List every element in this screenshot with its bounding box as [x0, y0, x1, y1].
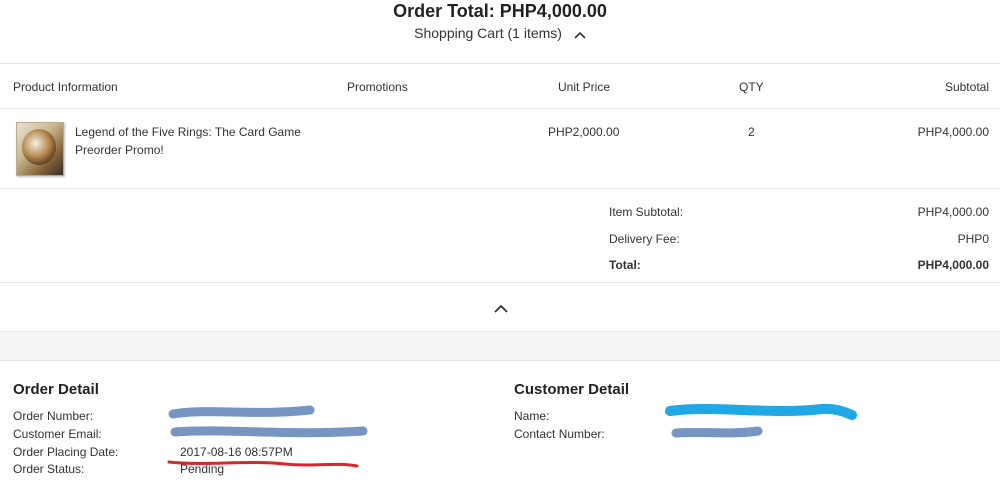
col-qty: QTY [739, 80, 764, 94]
col-promotions: Promotions [347, 80, 408, 94]
section-separator [0, 331, 1000, 361]
col-subtotal: Subtotal [944, 80, 989, 94]
item-subtotal-value: PHP4,000.00 [917, 205, 989, 219]
order-number-label: Order Number: [13, 409, 94, 423]
delivery-fee-label: Delivery Fee: [609, 232, 680, 246]
product-name[interactable]: Legend of the Five Rings: The Card Game … [75, 125, 335, 157]
order-total-title: Order Total: PHP4,000.00 [393, 1, 607, 21]
row-subtotal-value: PHP4,000.00 [917, 125, 989, 139]
contact-number-label: Contact Number: [514, 427, 605, 441]
customer-name-label: Name: [514, 409, 550, 423]
redaction-marks [167, 405, 368, 468]
total-label: Total: [609, 258, 641, 272]
shopping-cart-label: Shopping Cart (1 items) [414, 25, 562, 41]
order-detail-title: Order Detail [13, 381, 99, 398]
customer-email-label: Customer Email: [13, 427, 102, 441]
item-subtotal-label: Item Subtotal: [609, 205, 684, 219]
redaction-marks [665, 403, 857, 438]
shopping-cart-toggle[interactable]: Shopping Cart (1 items) [0, 24, 1000, 43]
product-image[interactable] [16, 122, 64, 176]
col-unit-price: Unit Price [558, 80, 611, 94]
chevron-up-icon[interactable] [493, 301, 509, 313]
divider [0, 188, 1000, 189]
unit-price-value: PHP2,000.00 [548, 125, 620, 139]
total-value: PHP4,000.00 [917, 258, 989, 272]
divider [0, 63, 1000, 64]
col-product-information: Product Information [13, 80, 118, 94]
chevron-up-icon[interactable] [574, 25, 586, 43]
order-status-label: Order Status: [13, 462, 85, 476]
divider [0, 108, 1000, 109]
order-placing-date-label: Order Placing Date: [13, 445, 119, 459]
delivery-fee-value: PHP0 [957, 232, 989, 246]
product-name-line1: Legend of the Five Rings: The Card Game [75, 125, 301, 139]
divider [0, 282, 1000, 283]
customer-detail-title: Customer Detail [514, 381, 630, 398]
qty-value: 2 [748, 125, 755, 139]
product-name-line2: Preorder Promo! [75, 143, 164, 157]
